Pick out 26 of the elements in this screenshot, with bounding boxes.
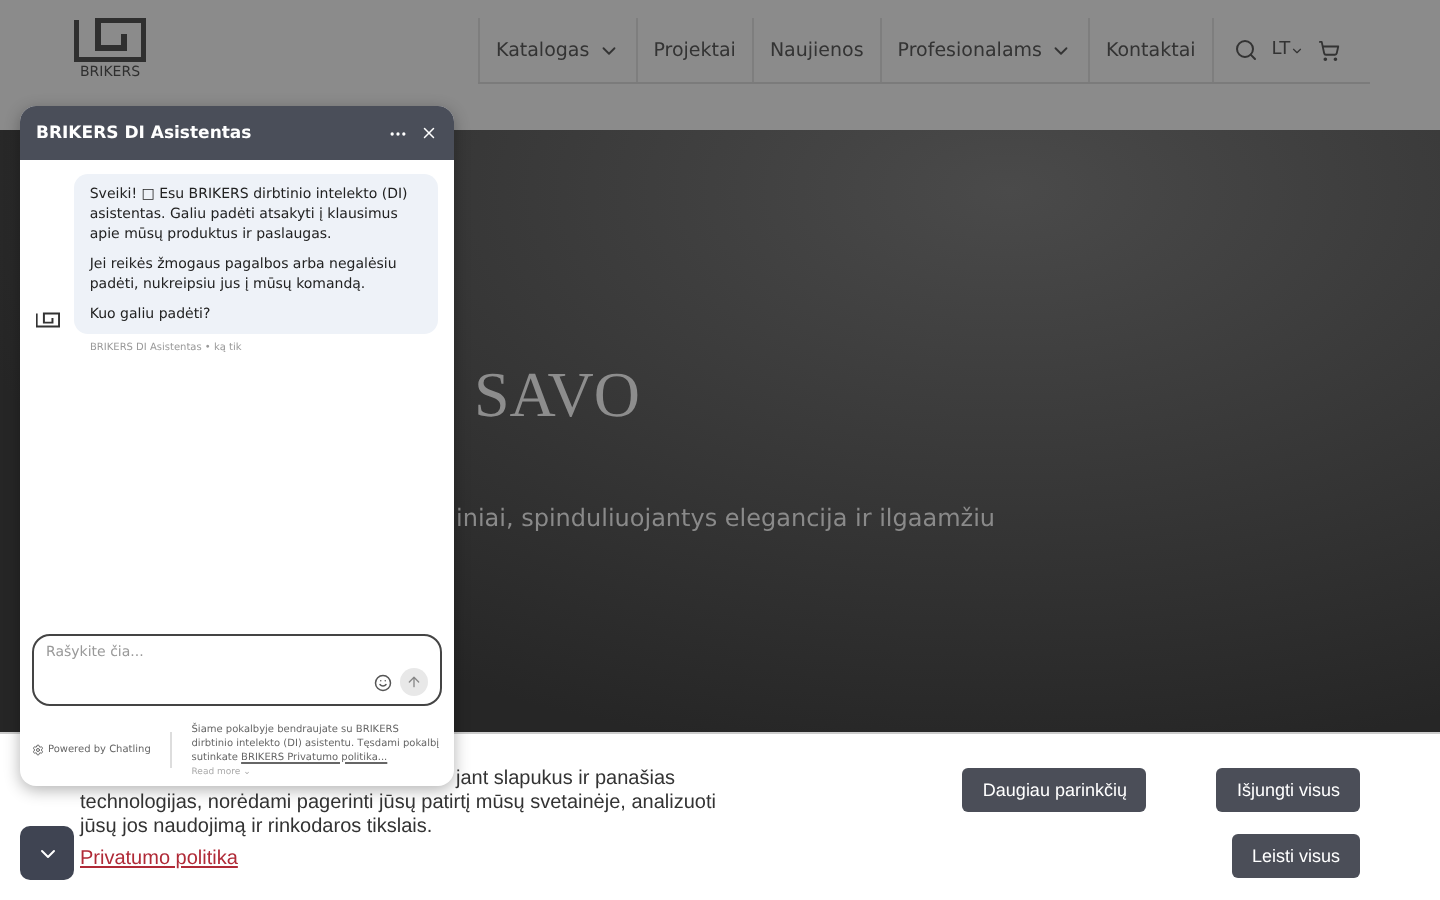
hero-title: SAVO — [474, 358, 642, 432]
nav-link[interactable]: Naujienos — [751, 18, 880, 82]
nav-link[interactable]: Profesionalams — [879, 18, 1088, 82]
cookie-text: technologijas, norėdami pagerinti jūsų patirtį mūsų svetainėje, analizuoti — [80, 792, 716, 816]
chat-toggle-button[interactable] — [20, 826, 74, 880]
logo-icon — [74, 18, 146, 62]
close-icon[interactable] — [420, 124, 438, 142]
cookie-button[interactable]: Daugiau parinkčių — [962, 768, 1147, 812]
cookie-button[interactable]: Leisti visus — [1231, 834, 1360, 878]
logo-icon — [36, 312, 60, 328]
gear-icon — [32, 744, 44, 756]
hero-subtitle: iniai, spinduliuojantys elegancija ir ilgaamžiu — [456, 504, 998, 532]
cookie-button[interactable]: Išjungti visus — [1216, 768, 1360, 812]
arrow-up-icon — [406, 674, 422, 690]
chat-title: BRIKERS DI Asistentas — [36, 123, 254, 143]
cart-icon[interactable] — [1318, 39, 1341, 61]
search-icon[interactable] — [1233, 38, 1258, 62]
nav-link[interactable]: Katalogas — [478, 18, 636, 82]
language-selector[interactable]: LT — [1271, 40, 1305, 60]
privacy-link[interactable]: Privatumo politika — [80, 848, 238, 872]
cookie-text: jant slapukus ir panašias — [456, 768, 676, 792]
chevron-down-icon — [1290, 43, 1305, 57]
emoji-icon[interactable] — [374, 673, 392, 691]
nav-link[interactable]: Kontaktai — [1087, 18, 1212, 82]
cookie-text: jūsų jos naudojimą ir rinkodaros tikslais. — [80, 816, 433, 840]
nav-link[interactable]: Projektai — [635, 18, 752, 82]
